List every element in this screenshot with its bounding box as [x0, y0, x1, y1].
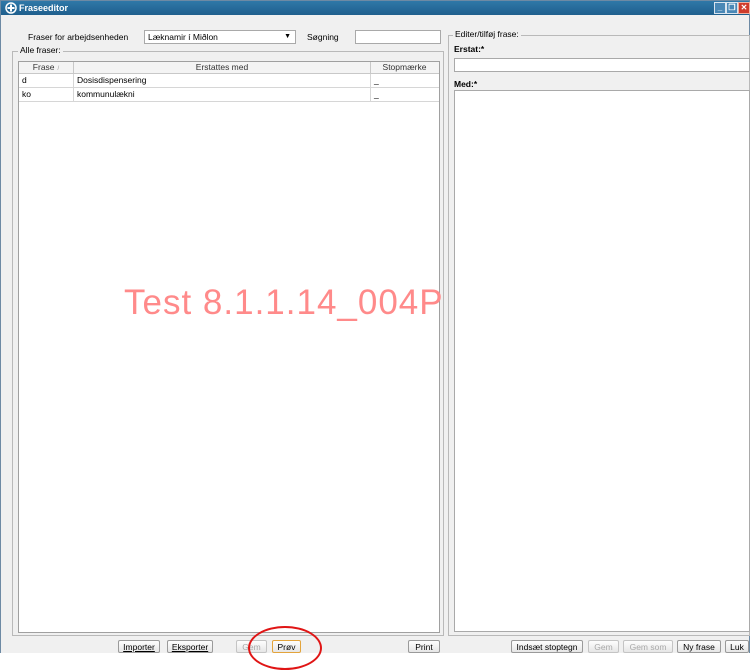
- insert-stop-char-button[interactable]: Indsæt stoptegn: [511, 640, 583, 653]
- sort-arrow-icon: /: [57, 66, 60, 72]
- new-phrase-button[interactable]: Ny frase: [677, 640, 721, 653]
- close-icon[interactable]: ✕: [738, 2, 750, 14]
- cell-frase: ko: [19, 88, 74, 101]
- cell-erstat: kommunulækni: [74, 88, 371, 101]
- print-button[interactable]: Print: [408, 640, 440, 653]
- cell-stop: _: [374, 89, 379, 99]
- phrases-table: Frase / Erstattes med Stopmærke d Dosisdi…: [18, 61, 440, 633]
- save-as-button[interactable]: Gem som: [623, 640, 673, 653]
- red-annotation-circle: [248, 626, 322, 670]
- med-textarea[interactable]: [454, 90, 750, 632]
- edit-phrase-legend: Editer/tilføj frase:: [453, 29, 521, 39]
- erstat-label: Erstat:*: [454, 44, 485, 54]
- fraseeditor-window: Fraseeditor _ ❐ ✕ Fraser for arbejdsenhe…: [0, 0, 750, 654]
- cell-erstat: Dosisdispensering: [74, 74, 371, 87]
- window-title: Fraseeditor: [19, 3, 69, 13]
- cell-frase: d: [19, 74, 74, 87]
- search-input[interactable]: [355, 30, 441, 44]
- erstat-input[interactable]: [454, 58, 750, 72]
- workunit-selected-value: Læknamir í Miðlon: [148, 32, 218, 42]
- column-header-stopmaerke[interactable]: Stopmærke: [371, 62, 438, 73]
- all-phrases-legend: Alle fraser:: [18, 45, 63, 55]
- export-button[interactable]: Eksporter: [167, 640, 213, 653]
- search-label: Søgning: [307, 32, 339, 42]
- chevron-down-icon: ▼: [284, 33, 291, 40]
- right-save-button[interactable]: Gem: [588, 640, 619, 653]
- column-header-frase[interactable]: Frase /: [19, 62, 74, 73]
- minimize-icon[interactable]: _: [714, 2, 726, 14]
- below-window-area: [0, 653, 750, 665]
- workunit-dropdown[interactable]: Læknamir í Miðlon ▼: [144, 30, 296, 44]
- restore-icon[interactable]: ❐: [726, 2, 738, 14]
- table-row[interactable]: d Dosisdispensering _: [19, 74, 439, 88]
- workunit-label: Fraser for arbejdsenheden: [28, 32, 129, 42]
- table-row[interactable]: ko kommunulækni _: [19, 88, 439, 102]
- test-watermark: Test 8.1.1.14_004P: [124, 283, 444, 322]
- column-header-erstattes-med[interactable]: Erstattes med: [74, 62, 371, 73]
- close-button[interactable]: Luk: [725, 640, 749, 653]
- title-bar[interactable]: Fraseeditor _ ❐ ✕: [1, 1, 750, 15]
- app-logo-icon: [5, 2, 17, 14]
- cell-stop: _: [374, 75, 379, 85]
- import-button[interactable]: Importer: [118, 640, 160, 653]
- table-header: Frase / Erstattes med Stopmærke: [19, 62, 439, 74]
- med-label: Med:*: [454, 79, 478, 89]
